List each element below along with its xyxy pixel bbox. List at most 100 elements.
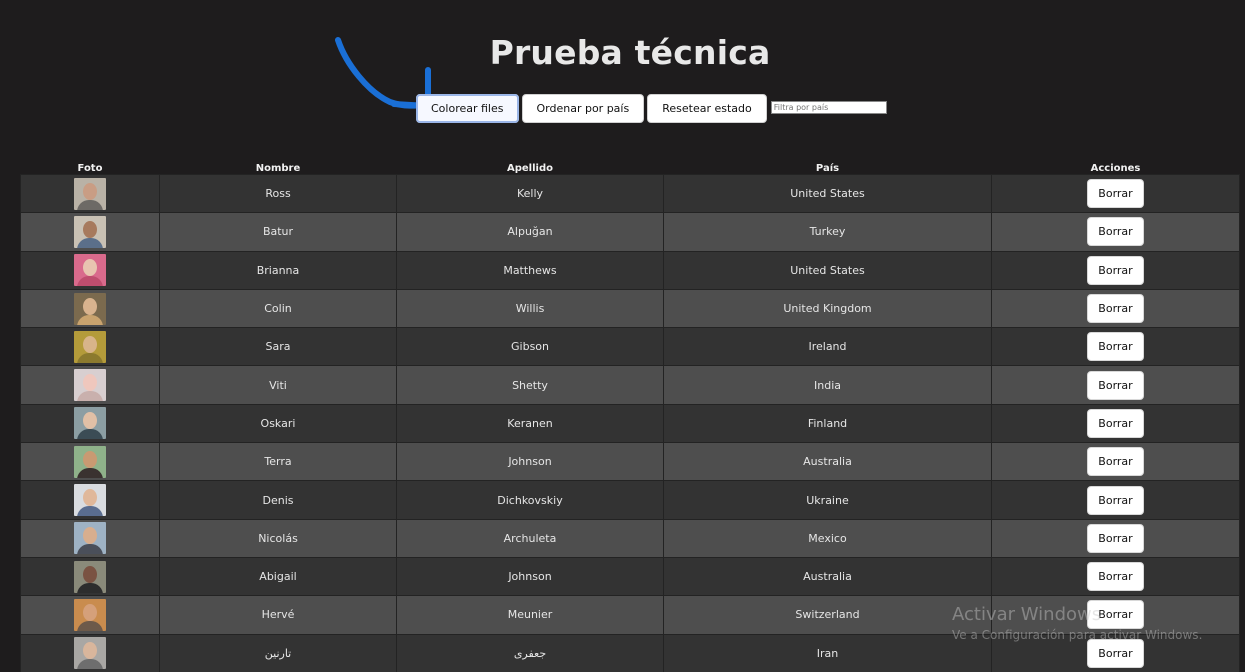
toolbar: Colorear files Ordenar por país Resetear… bbox=[416, 94, 887, 123]
table-row: Ross Kelly United States Borrar bbox=[20, 173, 1240, 214]
first-name-cell: Nicolás bbox=[159, 518, 397, 558]
avatar bbox=[74, 177, 106, 210]
table-header-row: Foto Nombre Apellido País Acciones bbox=[21, 157, 1240, 175]
delete-button[interactable]: Borrar bbox=[1087, 523, 1144, 553]
table-row: Oskari Keranen Finland Borrar bbox=[20, 403, 1240, 444]
country-cell: Iran bbox=[663, 633, 992, 672]
actions-cell: Borrar bbox=[991, 250, 1240, 290]
delete-button[interactable]: Borrar bbox=[1087, 179, 1144, 209]
actions-cell: Borrar bbox=[991, 173, 1240, 214]
photo-cell bbox=[20, 327, 160, 367]
last-name-cell: Johnson bbox=[396, 442, 664, 482]
table-row: Nicolás Archuleta Mexico Borrar bbox=[20, 518, 1240, 558]
photo-cell bbox=[20, 365, 160, 405]
column-header-photo: Foto bbox=[77, 163, 103, 174]
first-name-cell: Abigail bbox=[159, 556, 397, 597]
table-row: Colin Willis United Kingdom Borrar bbox=[20, 288, 1240, 329]
country-cell: Australia bbox=[663, 442, 992, 482]
table-row: Brianna Matthews United States Borrar bbox=[20, 250, 1240, 290]
delete-button[interactable]: Borrar bbox=[1087, 332, 1144, 362]
last-name-cell: Willis bbox=[396, 288, 664, 329]
table-row: تارنین جعفری Iran Borrar bbox=[20, 633, 1240, 672]
country-cell: Ukraine bbox=[663, 480, 992, 520]
actions-cell: Borrar bbox=[991, 633, 1240, 672]
country-cell: United States bbox=[663, 250, 992, 290]
avatar bbox=[74, 369, 106, 402]
table-row: Abigail Johnson Australia Borrar bbox=[20, 556, 1240, 597]
table-row: Batur Alpuğan Turkey Borrar bbox=[20, 212, 1240, 252]
photo-cell bbox=[20, 173, 160, 214]
table-row: Denis Dichkovskiy Ukraine Borrar bbox=[20, 480, 1240, 520]
actions-cell: Borrar bbox=[991, 518, 1240, 558]
actions-cell: Borrar bbox=[991, 403, 1240, 444]
last-name-cell: جعفری bbox=[396, 633, 664, 672]
actions-cell: Borrar bbox=[991, 288, 1240, 329]
photo-cell bbox=[20, 442, 160, 482]
table-row: Viti Shetty India Borrar bbox=[20, 365, 1240, 405]
last-name-cell: Matthews bbox=[396, 250, 664, 290]
color-rows-button[interactable]: Colorear files bbox=[416, 94, 519, 123]
last-name-cell: Kelly bbox=[396, 173, 664, 214]
first-name-cell: Sara bbox=[159, 327, 397, 367]
delete-button[interactable]: Borrar bbox=[1087, 600, 1144, 630]
table-body: Ross Kelly United States Borrar Batur Alpuğan… bbox=[20, 173, 1240, 672]
reset-state-button[interactable]: Resetear estado bbox=[647, 94, 767, 123]
avatar bbox=[74, 215, 106, 248]
actions-cell: Borrar bbox=[991, 442, 1240, 482]
photo-cell bbox=[20, 518, 160, 558]
photo-cell bbox=[20, 212, 160, 252]
photo-cell bbox=[20, 250, 160, 290]
table-row: Sara Gibson Ireland Borrar bbox=[20, 327, 1240, 367]
last-name-cell: Keranen bbox=[396, 403, 664, 444]
first-name-cell: Colin bbox=[159, 288, 397, 329]
last-name-cell: Shetty bbox=[396, 365, 664, 405]
avatar bbox=[74, 637, 106, 670]
country-cell: Turkey bbox=[663, 212, 992, 252]
avatar bbox=[74, 522, 106, 555]
delete-button[interactable]: Borrar bbox=[1087, 638, 1144, 668]
country-cell: Finland bbox=[663, 403, 992, 444]
avatar bbox=[74, 484, 106, 517]
first-name-cell: Hervé bbox=[159, 595, 397, 635]
first-name-cell: Oskari bbox=[159, 403, 397, 444]
avatar bbox=[74, 560, 106, 593]
first-name-cell: Viti bbox=[159, 365, 397, 405]
first-name-cell: Brianna bbox=[159, 250, 397, 290]
photo-cell bbox=[20, 633, 160, 672]
delete-button[interactable]: Borrar bbox=[1087, 408, 1144, 438]
country-cell: Australia bbox=[663, 556, 992, 597]
actions-cell: Borrar bbox=[991, 556, 1240, 597]
delete-button[interactable]: Borrar bbox=[1087, 217, 1144, 247]
page: Prueba técnica Colorear files Ordenar po… bbox=[0, 0, 1245, 672]
actions-cell: Borrar bbox=[991, 595, 1240, 635]
actions-cell: Borrar bbox=[991, 365, 1240, 405]
avatar bbox=[74, 330, 106, 363]
avatar bbox=[74, 598, 106, 631]
column-header-first-name: Nombre bbox=[255, 163, 301, 174]
column-header-country: País bbox=[815, 163, 840, 174]
delete-button[interactable]: Borrar bbox=[1087, 255, 1144, 285]
country-filter-input[interactable] bbox=[770, 101, 887, 114]
table-row: Hervé Meunier Switzerland Borrar bbox=[20, 595, 1240, 635]
column-header-last-name: Apellido bbox=[507, 163, 553, 174]
delete-button[interactable]: Borrar bbox=[1087, 294, 1144, 324]
photo-cell bbox=[20, 556, 160, 597]
table-row: Terra Johnson Australia Borrar bbox=[20, 442, 1240, 482]
first-name-cell: Denis bbox=[159, 480, 397, 520]
country-cell: United States bbox=[663, 173, 992, 214]
last-name-cell: Alpuğan bbox=[396, 212, 664, 252]
delete-button[interactable]: Borrar bbox=[1087, 447, 1144, 477]
delete-button[interactable]: Borrar bbox=[1087, 562, 1144, 592]
delete-button[interactable]: Borrar bbox=[1087, 485, 1144, 515]
column-header-actions: Acciones bbox=[1090, 163, 1141, 174]
country-cell: Switzerland bbox=[663, 595, 992, 635]
country-cell: Ireland bbox=[663, 327, 992, 367]
country-cell: India bbox=[663, 365, 992, 405]
delete-button[interactable]: Borrar bbox=[1087, 370, 1144, 400]
first-name-cell: تارنین bbox=[159, 633, 397, 672]
actions-cell: Borrar bbox=[991, 480, 1240, 520]
first-name-cell: Batur bbox=[159, 212, 397, 252]
page-title: Prueba técnica bbox=[489, 33, 771, 72]
country-cell: United Kingdom bbox=[663, 288, 992, 329]
sort-by-country-button[interactable]: Ordenar por país bbox=[521, 94, 645, 123]
